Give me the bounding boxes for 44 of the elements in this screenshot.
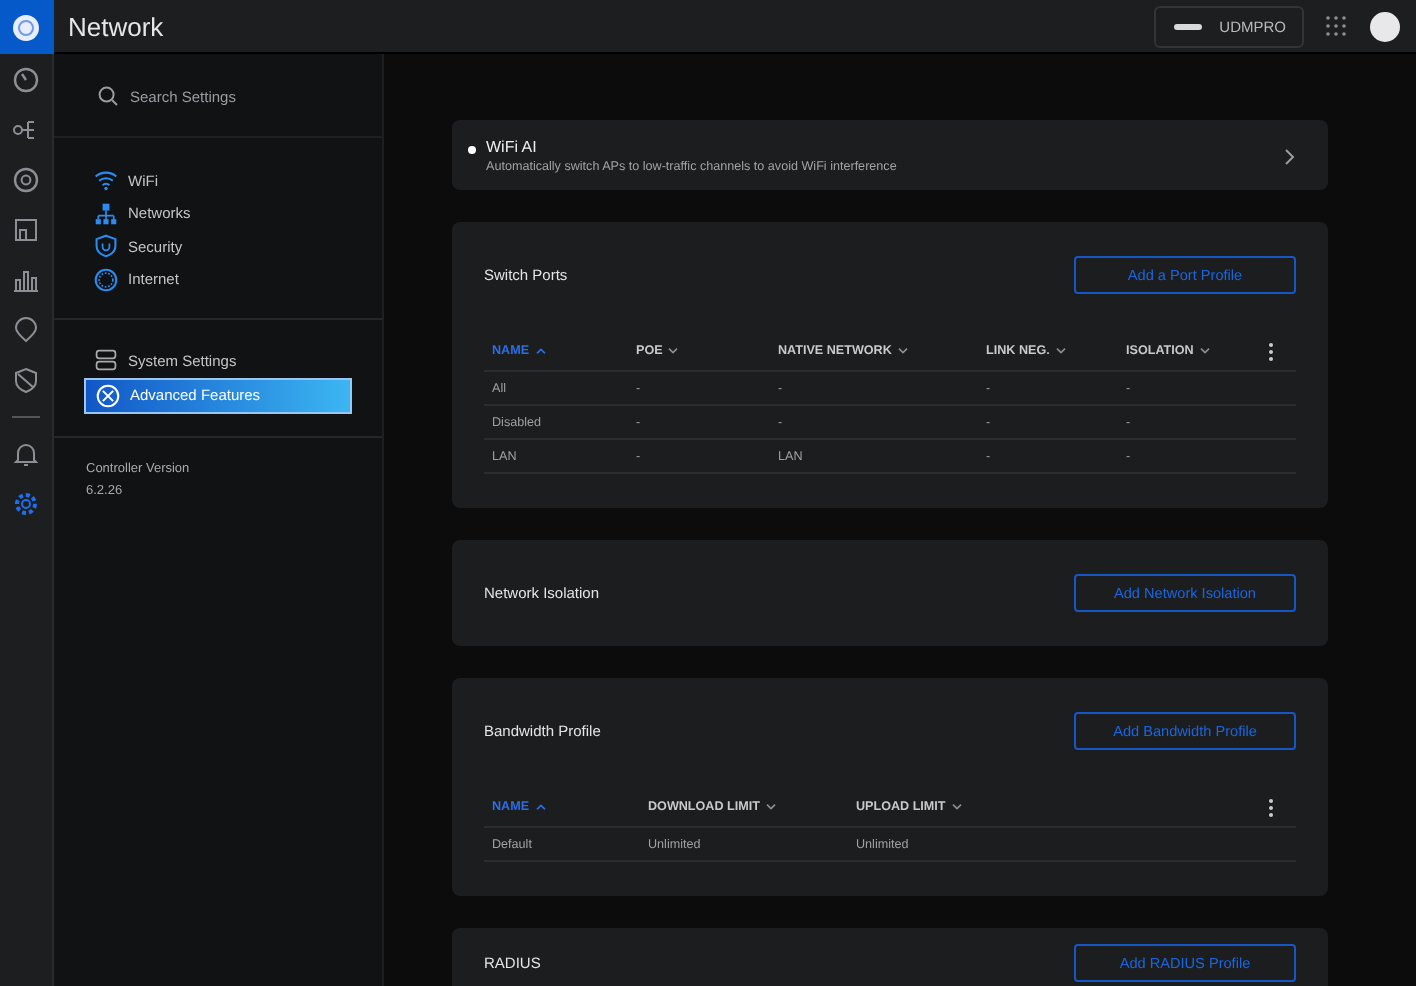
nav-rail-button[interactable] [12, 366, 40, 394]
server-icon [94, 348, 118, 373]
caret-down-icon [897, 348, 908, 354]
more-vertical-icon[interactable] [1268, 341, 1274, 361]
chevron-right-icon[interactable] [1284, 147, 1296, 165]
nav-rail-button[interactable] [12, 266, 40, 294]
logo-icon [12, 13, 40, 41]
caret-up-icon [535, 348, 546, 354]
search-icon [98, 86, 118, 106]
user-avatar[interactable] [1370, 11, 1400, 41]
caret-down-icon [668, 348, 679, 354]
app-logo[interactable] [0, 0, 53, 54]
feature-title: WiFi AI [486, 138, 539, 156]
dashboard-icon [12, 66, 40, 94]
device-icon [1173, 23, 1202, 29]
apps-grid-icon[interactable] [1324, 14, 1348, 38]
topology-icon [12, 116, 40, 144]
nav-rail-button[interactable] [12, 490, 40, 518]
nav-rail-button[interactable] [12, 166, 40, 194]
wifi-icon [94, 168, 118, 193]
map-pin-icon [12, 316, 40, 344]
page-title: Network [68, 11, 166, 41]
more-vertical-icon[interactable] [1268, 797, 1274, 817]
nav-rail-button[interactable] [12, 440, 40, 468]
nav-rail-button[interactable] [12, 66, 40, 94]
globe-icon [94, 267, 118, 292]
network-icon [94, 201, 118, 226]
statistics-icon [12, 266, 40, 294]
nav-rail-button[interactable] [12, 216, 40, 244]
target-icon [12, 166, 40, 194]
bullet-icon [468, 146, 476, 154]
caret-down-icon [1055, 348, 1066, 354]
nav-rail-button[interactable] [12, 116, 40, 144]
caret-up-icon [535, 804, 546, 810]
settings-icon [12, 490, 40, 518]
shield-icon [12, 366, 40, 394]
shield-icon [94, 234, 118, 259]
bell-icon [12, 440, 40, 468]
tools-icon [96, 383, 120, 407]
nav-rail-button[interactable] [12, 316, 40, 344]
caret-down-icon [951, 804, 962, 810]
devices-icon [12, 216, 40, 244]
caret-down-icon [765, 804, 776, 810]
caret-down-icon [1199, 348, 1210, 354]
